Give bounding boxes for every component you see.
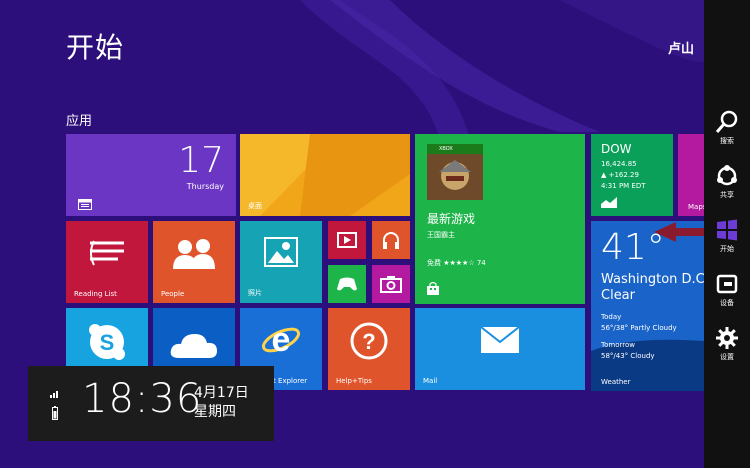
tile-desktop-label: 桌面 <box>248 202 262 210</box>
tile-maps-label: Maps <box>688 203 704 211</box>
charm-share[interactable]: 共享 <box>704 164 750 216</box>
charm-start-label: 开始 <box>720 245 734 253</box>
tile-weather-label: Weather <box>601 378 631 386</box>
charm-share-label: 共享 <box>720 191 734 199</box>
game-thumbnail: XBOX <box>427 144 483 200</box>
tile-desktop[interactable]: 桌面 <box>240 134 410 216</box>
store-bag-icon <box>427 282 439 295</box>
ie-icon: e <box>260 320 302 360</box>
tile-calendar[interactable]: 17 Thursday <box>66 134 236 216</box>
calendar-day: 17 <box>178 140 224 181</box>
chart-icon <box>601 196 617 208</box>
controller-icon <box>336 276 358 292</box>
gear-icon <box>716 327 738 349</box>
mail-icon <box>480 326 520 354</box>
xbox-badge: XBOX <box>427 144 483 154</box>
weather-tomorrow-label: Tomorrow <box>601 341 635 349</box>
photos-icon <box>264 237 298 267</box>
finance-value: 16,424.85 <box>601 160 637 168</box>
tile-mail[interactable]: Mail <box>415 308 585 390</box>
finance-ticker: DOW <box>601 142 632 156</box>
tile-weather[interactable]: 41° Washington D.C. Clear Today 56°/38° … <box>591 221 704 391</box>
tile-people-label: People <box>161 290 185 298</box>
skype-icon: S <box>87 322 127 362</box>
clock-overlay: 18:36 4月17日 星期四 <box>28 366 274 441</box>
clock-date-block: 4月17日 星期四 <box>194 384 249 422</box>
people-icon <box>171 237 217 271</box>
charm-devices[interactable]: 设备 <box>704 272 750 324</box>
weather-city: Washington D.C. <box>601 272 704 287</box>
tile-store-game[interactable]: XBOX 最新游戏 王国霸主 免费 ★★★★☆ 74 <box>415 134 585 304</box>
finance-time: 4:31 PM EDT <box>601 182 646 190</box>
signal-icon <box>50 391 58 398</box>
tile-reading-list[interactable]: Reading List <box>66 221 148 303</box>
camera-icon <box>380 275 402 293</box>
share-icon <box>717 165 737 186</box>
cloud-icon <box>169 330 219 360</box>
game-title: 王国霸主 <box>427 231 455 239</box>
start-title: 开始 <box>66 31 125 64</box>
devices-icon <box>716 274 738 294</box>
desktop-wallpaper <box>240 134 410 216</box>
finance-change: ▲ +162.29 <box>601 171 639 179</box>
charm-search-label: 搜索 <box>720 137 734 145</box>
search-icon <box>715 110 738 133</box>
tile-games[interactable] <box>328 265 366 303</box>
clock-date: 4月17日 <box>194 385 249 401</box>
tile-people[interactable]: People <box>153 221 235 303</box>
tile-reading-list-label: Reading List <box>74 290 117 298</box>
headphones-icon <box>381 230 401 250</box>
charm-search[interactable]: 搜索 <box>704 110 750 162</box>
weather-tomorrow: 58°/43° Cloudy <box>601 352 655 360</box>
tile-photos-label: 照片 <box>248 289 262 297</box>
charm-start[interactable]: 开始 <box>704 218 750 270</box>
clock-weekday: 星期四 <box>194 404 236 420</box>
tile-camera[interactable] <box>372 265 410 303</box>
user-account-name[interactable]: 卢山 <box>668 38 694 57</box>
charm-settings[interactable]: 设置 <box>704 326 750 378</box>
charm-devices-label: 设备 <box>720 299 734 307</box>
svg-text:?: ? <box>362 329 375 354</box>
tile-music[interactable] <box>372 221 410 259</box>
weather-today-label: Today <box>601 313 622 321</box>
calendar-weekday: Thursday <box>186 182 224 191</box>
video-icon <box>337 232 357 248</box>
tile-mail-label: Mail <box>423 377 438 385</box>
tile-finance[interactable]: DOW 16,424.85 ▲ +162.29 4:31 PM EDT <box>591 134 673 216</box>
app-group-label: 应用 <box>66 114 93 129</box>
battery-icon <box>52 406 58 420</box>
weather-today: 56°/38° Partly Cloudy <box>601 324 677 332</box>
charms-bar: 搜索 共享 开始 设备 设置 <box>704 0 750 468</box>
tile-help-label: Help+Tips <box>336 377 372 385</box>
calendar-icon <box>78 199 92 210</box>
help-icon: ? <box>350 322 388 360</box>
reading-list-icon <box>88 239 126 269</box>
weather-condition: Clear <box>601 288 635 303</box>
charm-settings-label: 设置 <box>720 353 734 361</box>
tile-maps[interactable]: Maps <box>678 134 704 216</box>
windows-logo-icon <box>717 219 737 241</box>
game-price-rating: 免费 ★★★★☆ 74 <box>427 259 486 267</box>
tile-video[interactable] <box>328 221 366 259</box>
game-headline: 最新游戏 <box>427 212 476 226</box>
tile-help-tips[interactable]: ? Help+Tips <box>328 308 410 390</box>
clock-time: 18:36 <box>82 376 203 422</box>
tile-photos[interactable]: 照片 <box>240 221 322 303</box>
svg-text:e: e <box>272 321 291 359</box>
svg-text:S: S <box>100 330 115 355</box>
